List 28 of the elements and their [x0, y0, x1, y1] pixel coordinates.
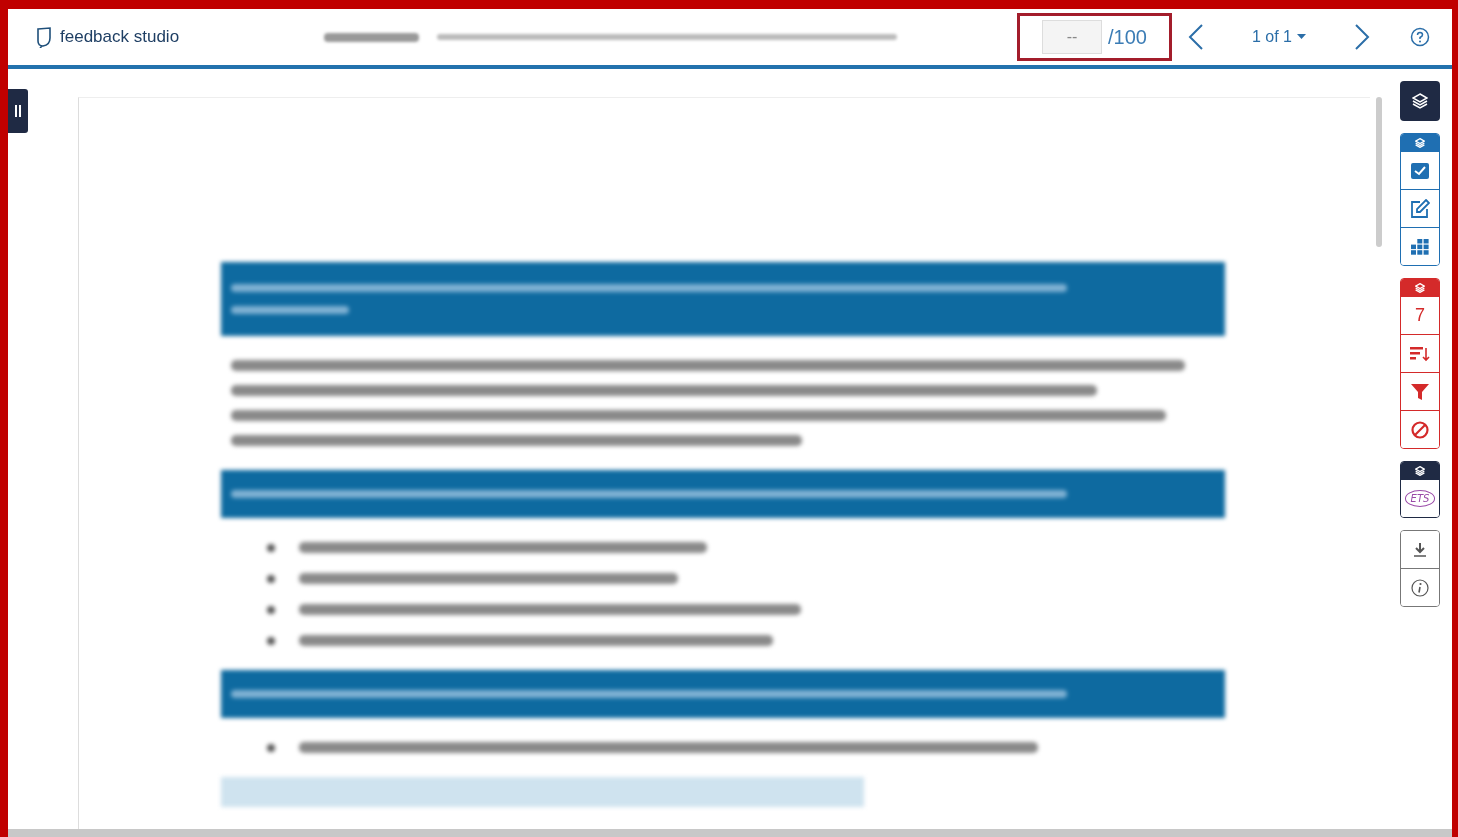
list-bullet: [267, 605, 275, 614]
layers-icon: [1415, 466, 1425, 476]
layers-button[interactable]: [1400, 81, 1440, 121]
layers-icon: [1415, 283, 1425, 293]
caret-icon: [1297, 34, 1306, 40]
filter-icon[interactable]: [1411, 382, 1429, 401]
download-icon[interactable]: [1413, 541, 1427, 558]
match-count[interactable]: 7: [1415, 305, 1425, 326]
sort-icon[interactable]: [1410, 345, 1430, 362]
help-icon[interactable]: [1410, 27, 1430, 47]
score-field[interactable]: --: [1042, 20, 1103, 54]
block-icon[interactable]: [1411, 420, 1429, 439]
page-dropdown[interactable]: 1 of 1: [1245, 27, 1312, 47]
score-max: /100: [1108, 25, 1147, 49]
info-icon[interactable]: [1411, 578, 1429, 597]
pause-icon: [15, 105, 21, 117]
layers-icon: [1415, 138, 1425, 148]
logo-icon: [34, 26, 54, 48]
list-bullet: [267, 574, 275, 583]
app-name: feedback studio: [60, 27, 180, 47]
list-bullet: [267, 636, 275, 645]
edit-icon[interactable]: [1410, 198, 1430, 219]
layers-icon: [1412, 93, 1428, 109]
grid-icon[interactable]: [1411, 238, 1429, 255]
list-bullet: [267, 743, 275, 752]
checkbox-icon[interactable]: [1411, 162, 1429, 179]
sidebar-toggle[interactable]: [8, 89, 28, 133]
list-bullet: [267, 543, 275, 552]
